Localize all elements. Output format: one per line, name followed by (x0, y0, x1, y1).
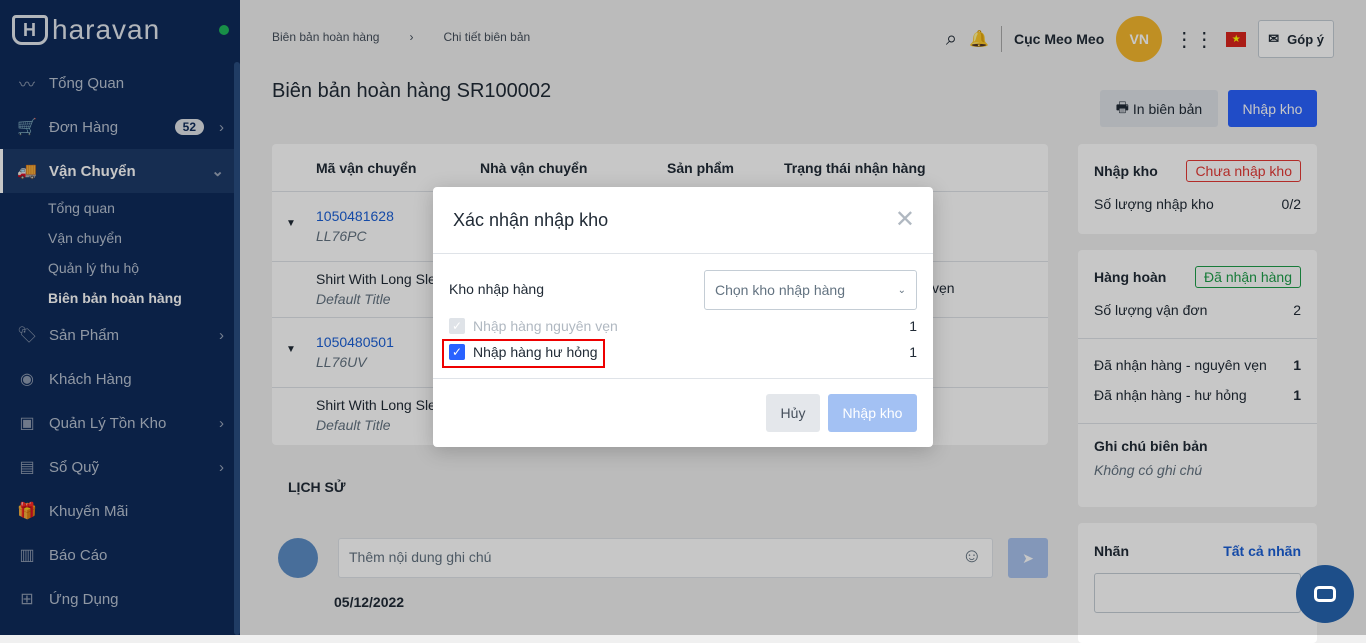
checkbox-disabled: ✓ (449, 318, 465, 334)
chevron-down-icon: ⌄ (897, 284, 906, 296)
option-intact: ✓ Nhập hàng nguyên vẹn 1 (449, 318, 917, 334)
qty: 1 (909, 344, 917, 360)
close-icon[interactable]: ✕ (895, 205, 915, 234)
qty: 1 (909, 318, 917, 334)
label: Nhập hàng nguyên vẹn (473, 318, 618, 334)
highlight-box (442, 339, 605, 368)
cancel-button[interactable]: Hủy (766, 394, 820, 432)
chat-button[interactable] (1296, 565, 1354, 623)
confirm-import-modal: Xác nhận nhập kho ✕ Kho nhập hàng Chọn k… (433, 187, 933, 447)
divider (433, 378, 933, 379)
placeholder: Chọn kho nhập hàng (715, 282, 845, 298)
modal-title: Xác nhận nhập kho (433, 187, 933, 254)
confirm-import-button[interactable]: Nhập kho (828, 394, 917, 432)
chat-icon (1314, 586, 1336, 602)
warehouse-label: Kho nhập hàng (449, 281, 544, 297)
warehouse-select[interactable]: Chọn kho nhập hàng ⌄ (704, 270, 917, 310)
